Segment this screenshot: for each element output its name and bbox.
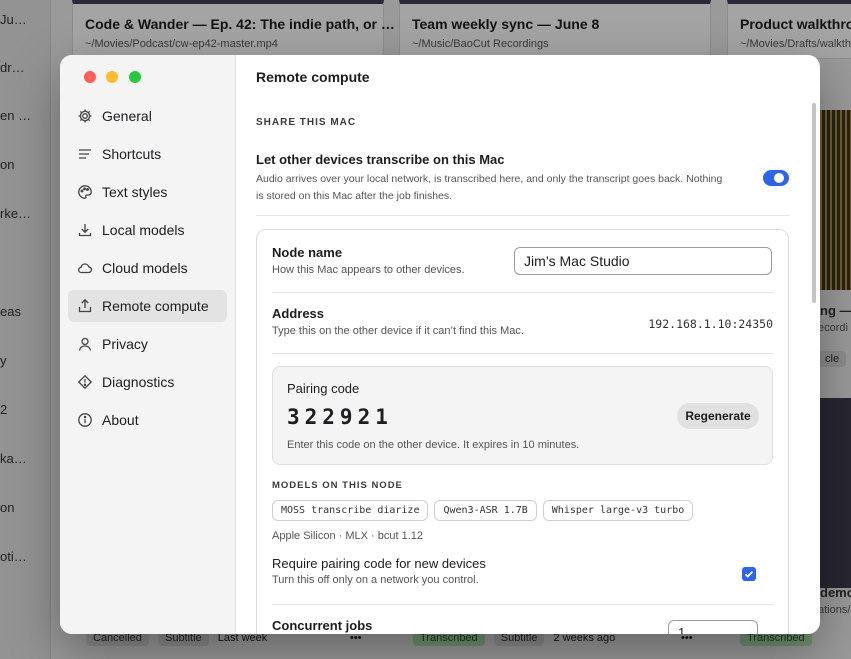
section-heading-share: SHARE THIS MAC <box>256 117 357 128</box>
model-pill: MOSS transcribe diarize <box>272 500 429 521</box>
setting-title: Let other devices transcribe on this Mac <box>256 152 505 167</box>
node-name-setting: Node name How this Mac appears to other … <box>272 245 465 279</box>
pairing-code: 322921 <box>287 405 393 429</box>
regenerate-button[interactable]: Regenerate <box>677 403 759 429</box>
setting-description: Turn this off only on a network you cont… <box>272 574 479 586</box>
info-icon <box>78 413 92 427</box>
sidebar-item-label: Shortcuts <box>102 146 162 162</box>
sidebar-item-shortcuts[interactable]: Shortcuts <box>68 138 227 170</box>
address-setting: Address Type this on the other device if… <box>272 306 524 340</box>
platform-info: Apple Silicon · MLX · bcut 1.12 <box>272 530 424 542</box>
setting-title: Node name <box>272 245 343 260</box>
sidebar-item-label: General <box>102 108 152 124</box>
setting-title: Address <box>272 306 325 321</box>
sidebar-item-label: Privacy <box>102 336 148 352</box>
sidebar-item-label: Cloud models <box>102 260 188 276</box>
pairing-description: Enter this code on the other device. It … <box>287 439 580 451</box>
palette-icon <box>78 185 92 199</box>
require-pairing-setting: Require pairing code for new devices Tur… <box>272 556 486 589</box>
sidebar-item-label: Local models <box>102 222 185 238</box>
lines-icon <box>79 149 91 159</box>
sidebar-item-label: Remote compute <box>102 298 209 314</box>
sidebar-item-text-styles[interactable]: Text styles <box>68 176 227 208</box>
diamond-icon <box>77 374 93 390</box>
pairing-code-box: Pairing code 322921 Regenerate Enter thi… <box>272 366 773 465</box>
setting-description: How this Mac appears to other devices. <box>272 264 465 276</box>
setting-title: Require pairing code for new devices <box>272 556 486 571</box>
divider <box>272 292 773 293</box>
sidebar-item-remote-compute[interactable]: Remote compute <box>68 290 227 322</box>
share-setting: Let other devices transcribe on this Mac… <box>256 152 746 205</box>
model-pill: Qwen3-ASR 1.7B <box>434 500 537 521</box>
concurrent-jobs-stepper[interactable]: 1 <box>668 620 758 634</box>
divider <box>256 215 789 216</box>
settings-content: Remote compute SHARE THIS MAC Let other … <box>236 55 820 634</box>
sidebar-item-about[interactable]: About <box>68 404 227 436</box>
page-title: Remote compute <box>256 69 370 85</box>
sidebar-item-privacy[interactable]: Privacy <box>68 328 227 360</box>
checkmark-icon <box>744 570 754 578</box>
section-heading-models: MODELS ON THIS NODE <box>272 480 403 491</box>
concurrent-jobs-label: Concurrent jobs <box>272 618 373 633</box>
divider <box>272 604 773 605</box>
gear-icon <box>78 109 92 123</box>
model-pill: Whisper large-v3 turbo <box>542 500 694 521</box>
cloud-icon <box>78 263 93 274</box>
sidebar-item-label: Diagnostics <box>102 374 175 390</box>
sidebar-item-general[interactable]: General <box>68 100 227 132</box>
node-settings-panel: Node name How this Mac appears to other … <box>256 229 789 634</box>
require-pairing-checkbox[interactable] <box>742 567 756 581</box>
sidebar-item-diagnostics[interactable]: Diagnostics <box>68 366 227 398</box>
pairing-label: Pairing code <box>287 381 360 396</box>
sidebar-item-label: About <box>102 412 139 428</box>
window-controls <box>84 70 147 88</box>
sidebar-item-label: Text styles <box>102 184 168 200</box>
setting-description: Audio arrives over your local network, i… <box>256 173 723 202</box>
setting-description: Type this on the other device if it can’… <box>272 325 524 337</box>
close-window-button[interactable] <box>84 71 96 83</box>
zoom-window-button[interactable] <box>128 71 141 83</box>
share-toggle[interactable] <box>763 170 789 186</box>
node-name-input[interactable] <box>514 247 772 275</box>
person-icon <box>78 337 92 351</box>
settings-sidebar: General Shortcuts Text styles Local mode… <box>60 55 236 634</box>
settings-scroll-area[interactable]: SHARE THIS MAC Let other devices transcr… <box>236 99 820 634</box>
download-icon <box>78 224 92 237</box>
settings-nav: General Shortcuts Text styles Local mode… <box>68 100 227 442</box>
divider <box>272 353 773 354</box>
settings-window: General Shortcuts Text styles Local mode… <box>60 55 820 634</box>
upload-icon <box>78 298 92 313</box>
sidebar-item-cloud-models[interactable]: Cloud models <box>68 252 227 284</box>
address-value: 192.168.1.10:24350 <box>648 317 773 331</box>
sidebar-item-local-models[interactable]: Local models <box>68 214 227 246</box>
models-list: MOSS transcribe diarize Qwen3-ASR 1.7B Whi… <box>272 500 699 521</box>
minimize-window-button[interactable] <box>106 71 119 83</box>
